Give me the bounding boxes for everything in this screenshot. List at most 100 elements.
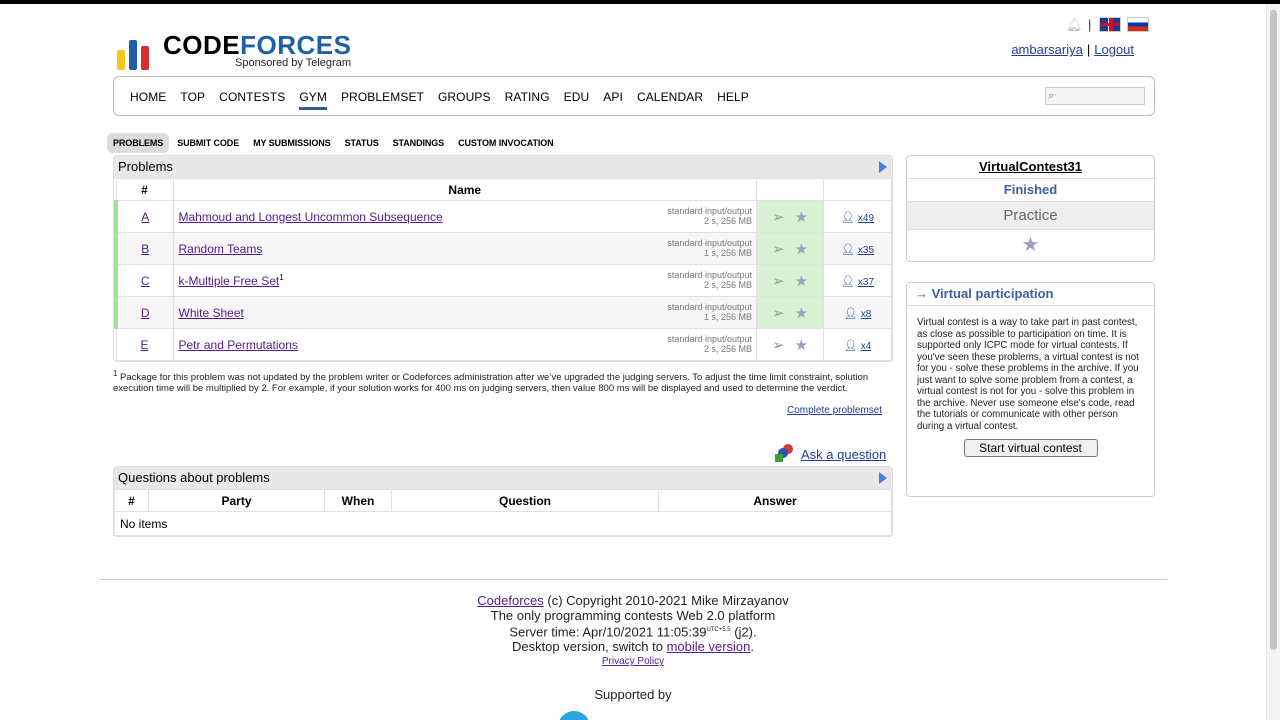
contest-info-box: VirtualContest31 Finished Practice ★: [906, 155, 1155, 262]
tab-standings[interactable]: STANDINGS: [387, 133, 450, 153]
menu-calendar[interactable]: CALENDAR: [637, 89, 703, 105]
tab-problems[interactable]: PROBLEMS: [107, 133, 170, 153]
menu-rating[interactable]: RATING: [505, 89, 550, 105]
menu-help[interactable]: HELP: [717, 89, 749, 105]
user-icon: 👤︎: [840, 211, 855, 224]
scrollbar-thumb[interactable]: [1270, 10, 1277, 650]
user-icon: 👤︎: [843, 307, 858, 320]
solved-count-link[interactable]: x8: [861, 309, 872, 320]
submit-icon[interactable]: ➢: [772, 208, 785, 226]
table-row: B Random Teams standard input/output 1 s,…: [114, 232, 892, 265]
separator: |: [1088, 17, 1092, 32]
problem-id-link[interactable]: D: [141, 306, 150, 320]
privacy-policy-link[interactable]: Privacy Policy: [602, 656, 664, 667]
star-icon[interactable]: ★: [795, 272, 808, 290]
table-row: C k-Multiple Free Set1 standard input/ou…: [114, 264, 892, 297]
vertical-scrollbar[interactable]: [1266, 4, 1280, 720]
expand-arrow-icon[interactable]: [879, 472, 887, 484]
questions-panel: Questions about problems # Party When Qu…: [113, 466, 893, 537]
expand-arrow-icon[interactable]: [879, 161, 887, 173]
problems-header: Problems: [114, 156, 892, 178]
star-icon[interactable]: ★: [795, 304, 808, 322]
menu-groups[interactable]: GROUPS: [438, 89, 491, 105]
problem-id-link[interactable]: E: [140, 338, 148, 352]
submit-icon[interactable]: ➢: [772, 304, 785, 322]
questions-header: Questions about problems: [114, 467, 892, 489]
utc-offset: UTC+5.5: [706, 627, 731, 633]
logo-text: CODEFORCES: [163, 30, 352, 60]
footnote-marker: 1: [279, 273, 284, 282]
mobile-version-link[interactable]: mobile version: [667, 639, 751, 654]
menu-gym[interactable]: GYM: [299, 89, 327, 110]
submit-icon[interactable]: ➢: [772, 336, 785, 354]
problem-name-link[interactable]: Random Teams: [179, 242, 263, 256]
problem-name-link[interactable]: Petr and Permutations: [179, 338, 298, 352]
star-icon[interactable]: ★: [795, 336, 808, 354]
ask-question-icon: [775, 444, 795, 464]
logout-link[interactable]: Logout: [1094, 42, 1134, 57]
footnote-text: Package for this problem was not updated…: [113, 372, 869, 395]
no-items-text: No items: [114, 511, 892, 536]
questions-title: Questions about problems: [118, 470, 270, 485]
start-virtual-contest-button[interactable]: Start virtual contest: [963, 439, 1098, 457]
problem-name-link[interactable]: Mahmoud and Longest Uncommon Subsequence: [179, 210, 443, 224]
search-box[interactable]: ⌕: [1045, 87, 1145, 106]
problem-id-link[interactable]: A: [141, 210, 149, 224]
menu-contests[interactable]: CONTESTS: [219, 89, 285, 105]
col-answer: Answer: [658, 489, 892, 512]
tab-status[interactable]: STATUS: [339, 133, 385, 153]
ask-question: Ask a question: [775, 444, 886, 464]
username-link[interactable]: ambarsariya: [1011, 42, 1083, 57]
server-suffix: (j2).: [730, 624, 757, 640]
user-icon: 👤︎: [840, 243, 855, 256]
tab-submit-code[interactable]: SUBMIT CODE: [171, 133, 245, 153]
questions-table: # Party When Question Answer No items: [114, 489, 892, 536]
copyright-text: (c) Copyright 2010-2021 Mike Mirzayanov: [543, 593, 789, 608]
col-solved: [823, 178, 892, 201]
search-input[interactable]: [1046, 90, 1144, 106]
problem-name-link[interactable]: White Sheet: [179, 306, 244, 320]
ask-question-link[interactable]: Ask a question: [801, 447, 886, 462]
submit-icon[interactable]: ➢: [772, 240, 785, 258]
contest-name-link[interactable]: VirtualContest31: [979, 159, 1082, 174]
table-row: D White Sheet standard input/output 1 s, …: [114, 296, 892, 329]
tab-custom-invocation[interactable]: CUSTOM INVOCATION: [452, 133, 559, 153]
star-icon[interactable]: ★: [795, 240, 808, 258]
favorite-star-icon[interactable]: ★: [907, 230, 1154, 261]
col-when: When: [324, 489, 392, 512]
complete-problemset-link[interactable]: Complete problemset: [787, 405, 882, 416]
sponsor-logo-icon: [558, 711, 590, 720]
solved-count-link[interactable]: x35: [858, 245, 874, 256]
problems-title: Problems: [118, 159, 173, 174]
submit-icon[interactable]: ➢: [772, 272, 785, 290]
notification-bell-icon[interactable]: 🔔︎: [1066, 17, 1083, 32]
supported-by-text: Supported by: [594, 687, 672, 702]
menu-api[interactable]: API: [603, 89, 623, 105]
solved-count-link[interactable]: x37: [858, 277, 874, 288]
contest-name: VirtualContest31: [907, 156, 1154, 179]
menu-edu[interactable]: EDU: [564, 89, 590, 105]
problem-id-link[interactable]: C: [141, 274, 150, 288]
footer: Codeforces (c) Copyright 2010-2021 Mike …: [0, 593, 1266, 669]
menu-home[interactable]: HOME: [130, 89, 166, 105]
problems-panel: Problems # Name A Mahmoud and Longest Un…: [113, 155, 893, 362]
problem-id-link[interactable]: B: [141, 242, 149, 256]
menu-problemset[interactable]: PROBLEMSET: [341, 89, 424, 105]
user-icon: 👤︎: [843, 339, 858, 352]
page: CODEFORCES Sponsored by Telegram 🔔︎ | am…: [0, 4, 1280, 720]
problem-limits: standard input/output 2 s, 256 MB: [667, 334, 752, 354]
menu-top[interactable]: TOP: [180, 89, 205, 105]
package-footnote: 1 Package for this problem was not updat…: [113, 368, 893, 394]
footer-divider: [100, 579, 1167, 580]
star-icon[interactable]: ★: [795, 208, 808, 226]
solved-count-link[interactable]: x49: [858, 213, 874, 224]
solved-count-link[interactable]: x4: [861, 341, 872, 352]
problem-name-link[interactable]: k-Multiple Free Set: [179, 274, 280, 288]
user-icon: 👤︎: [840, 275, 855, 288]
table-row: E Petr and Permutations standard input/o…: [115, 328, 892, 361]
tab-my-submissions[interactable]: MY SUBMISSIONS: [247, 133, 336, 153]
codeforces-link[interactable]: Codeforces: [477, 593, 543, 608]
russian-flag-icon[interactable]: [1127, 17, 1150, 32]
codeforces-logo[interactable]: CODEFORCES Sponsored by Telegram: [117, 24, 377, 70]
english-flag-icon[interactable]: [1099, 17, 1122, 32]
